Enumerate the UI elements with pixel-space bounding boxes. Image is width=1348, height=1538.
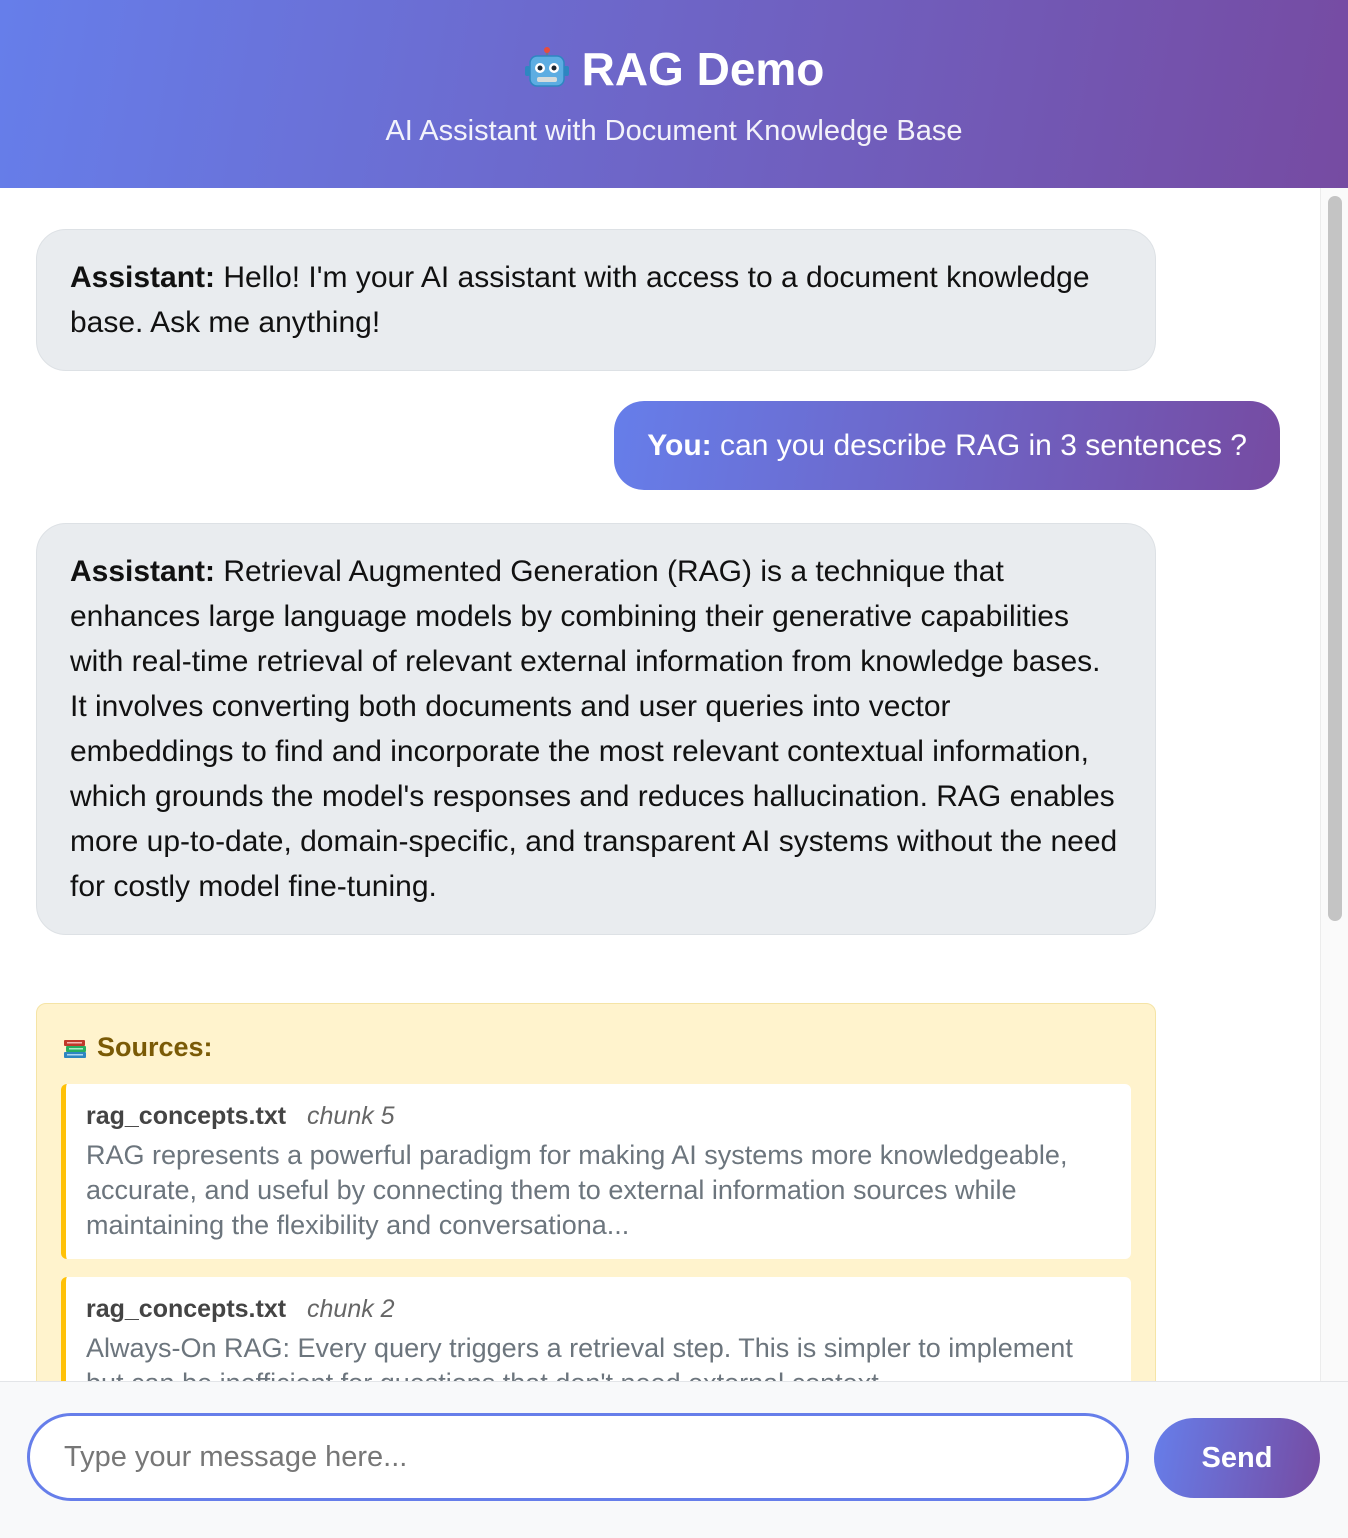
- robot-icon: [524, 47, 569, 87]
- source-header: rag_concepts.txt chunk 2: [86, 1291, 1111, 1327]
- chat-scrollbar[interactable]: [1320, 188, 1348, 1381]
- books-icon: [64, 1040, 86, 1058]
- sources-label: Sources:: [97, 1032, 213, 1062]
- scrollbar-thumb[interactable]: [1328, 196, 1342, 921]
- sources-panel: Sources: rag_concepts.txt chunk 5 RAG re…: [36, 1003, 1156, 1381]
- speaker-label: You:: [647, 429, 712, 462]
- page-subtitle: AI Assistant with Document Knowledge Bas…: [385, 115, 963, 147]
- page-title: RAG Demo: [0, 40, 1348, 98]
- message-text: Retrieval Augmented Generation (RAG) is …: [70, 555, 1118, 903]
- app-title: RAG Demo: [581, 43, 825, 95]
- input-bar: Send: [0, 1381, 1348, 1538]
- source-excerpt: RAG represents a powerful paradigm for m…: [86, 1140, 1068, 1240]
- source-card: rag_concepts.txt chunk 2 Always-On RAG: …: [61, 1277, 1131, 1381]
- message-text: can you describe RAG in 3 sentences ?: [720, 429, 1247, 462]
- app: RAG Demo AI Assistant with Document Know…: [0, 0, 1348, 1538]
- assistant-message: Assistant: Hello! I'm your AI assistant …: [36, 229, 1156, 371]
- source-file: rag_concepts.txt: [86, 1102, 287, 1130]
- sources-title: Sources:: [61, 1028, 1131, 1066]
- source-chunk: chunk 5: [307, 1102, 395, 1130]
- header: RAG Demo AI Assistant with Document Know…: [0, 0, 1348, 188]
- source-card: rag_concepts.txt chunk 5 RAG represents …: [61, 1084, 1131, 1259]
- message-text: Hello! I'm your AI assistant with access…: [70, 261, 1090, 339]
- source-file: rag_concepts.txt: [86, 1295, 287, 1323]
- speaker-label: Assistant:: [70, 261, 216, 294]
- source-excerpt: Always-On RAG: Every query triggers a re…: [86, 1333, 1073, 1381]
- speaker-label: Assistant:: [70, 555, 216, 588]
- chat-area[interactable]: Assistant: Hello! I'm your AI assistant …: [0, 188, 1320, 1381]
- source-chunk: chunk 2: [307, 1295, 395, 1323]
- assistant-message: Assistant: Retrieval Augmented Generatio…: [36, 523, 1156, 935]
- user-message: You: can you describe RAG in 3 sentences…: [614, 401, 1280, 490]
- source-header: rag_concepts.txt chunk 5: [86, 1098, 1111, 1134]
- send-button[interactable]: Send: [1154, 1418, 1320, 1498]
- message-input[interactable]: [27, 1413, 1129, 1501]
